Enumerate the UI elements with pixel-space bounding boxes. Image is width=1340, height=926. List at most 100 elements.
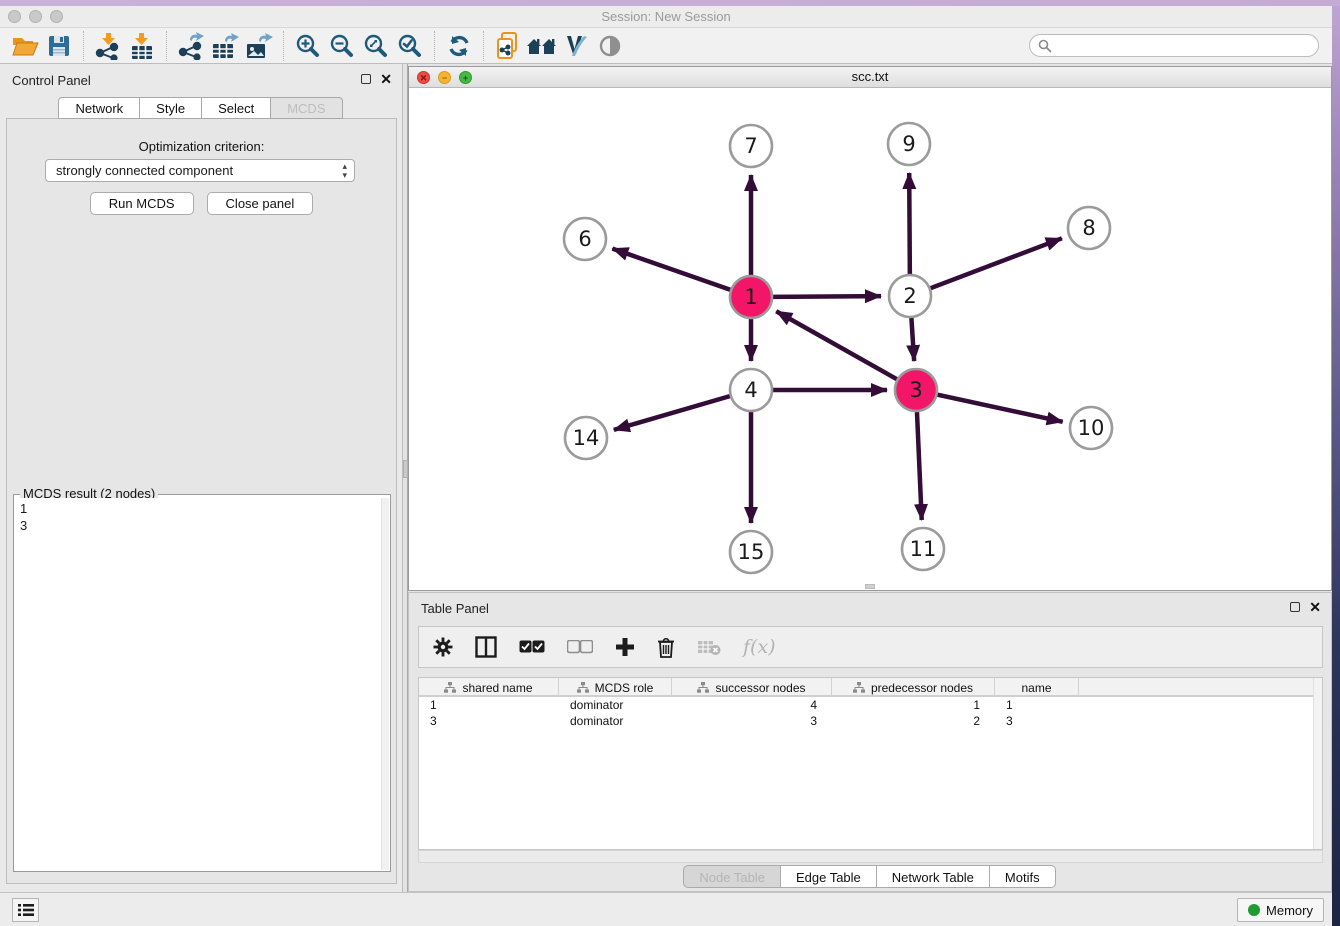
show-graphics-details-button[interactable] <box>593 31 627 61</box>
control-panel-header: Control Panel ✕ <box>0 70 402 92</box>
table-cell[interactable]: 3 <box>419 713 559 729</box>
tab-motifs[interactable]: Motifs <box>989 865 1056 888</box>
edge-2-3[interactable] <box>911 318 914 361</box>
table-row[interactable]: 3dominator323 <box>419 713 1322 729</box>
import-network-button[interactable] <box>91 31 125 61</box>
select-all-columns-button[interactable] <box>519 640 545 654</box>
memory-button[interactable]: Memory <box>1237 898 1324 922</box>
open-folder-icon <box>11 34 39 58</box>
delete-column-button[interactable] <box>657 637 675 658</box>
zoom-out-icon <box>329 33 355 59</box>
column-header-shared-name[interactable]: shared name <box>419 678 559 697</box>
node-4[interactable]: 4 <box>730 369 772 411</box>
zoom-out-button[interactable] <box>325 31 359 61</box>
table-cell[interactable]: 4 <box>672 697 832 713</box>
close-panel-button[interactable]: Close panel <box>207 192 314 215</box>
home-button[interactable] <box>525 31 559 61</box>
close-panel-icon[interactable]: ✕ <box>380 73 392 85</box>
node-8[interactable]: 8 <box>1068 207 1110 249</box>
close-table-panel-icon[interactable]: ✕ <box>1309 601 1321 613</box>
zoom-fit-button[interactable] <box>359 31 393 61</box>
edge-4-14[interactable] <box>614 396 730 430</box>
tab-node-table[interactable]: Node Table <box>683 865 781 888</box>
trash-icon <box>657 637 675 658</box>
new-network-from-selection-button[interactable] <box>491 31 525 61</box>
export-table-icon <box>211 32 239 60</box>
node-9[interactable]: 9 <box>888 123 930 165</box>
node-15[interactable]: 15 <box>730 531 772 573</box>
table-cell[interactable]: 1 <box>995 697 1079 713</box>
edge-2-9[interactable] <box>909 173 910 274</box>
node-7[interactable]: 7 <box>730 125 772 167</box>
table-cell[interactable]: 2 <box>832 713 995 729</box>
edge-2-8[interactable] <box>931 238 1062 288</box>
table-cell[interactable]: 3 <box>672 713 832 729</box>
refresh-button[interactable] <box>442 31 476 61</box>
result-line: 1 <box>20 500 375 517</box>
zoom-selected-button[interactable] <box>393 31 427 61</box>
network-canvas[interactable]: 7 9 6 8 1 2 4 3 14 10 15 11 <box>409 88 1331 590</box>
tab-mcds[interactable]: MCDS <box>270 97 342 119</box>
table-hscroll-strip[interactable] <box>418 850 1323 863</box>
column-header-mcds-role[interactable]: MCDS role <box>559 678 672 697</box>
save-session-button[interactable] <box>42 31 76 61</box>
checked-boxes-icon <box>519 640 545 654</box>
table-cell[interactable]: dominator <box>559 713 672 729</box>
table-row[interactable]: 1dominator411 <box>419 697 1322 713</box>
export-image-button[interactable] <box>242 31 276 61</box>
table-scrollbar[interactable] <box>1313 678 1322 849</box>
edge-1-6[interactable] <box>612 249 730 290</box>
node-3[interactable]: 3 <box>895 369 937 411</box>
node-14[interactable]: 14 <box>565 417 607 459</box>
dropdown-stepper-icon: ▴▾ <box>342 162 347 180</box>
column-type-icon <box>444 682 456 693</box>
task-history-button[interactable] <box>12 898 39 922</box>
table-cell[interactable]: dominator <box>559 697 672 713</box>
main-toolbar <box>0 28 1332 64</box>
tab-select[interactable]: Select <box>201 97 271 119</box>
node-11[interactable]: 11 <box>902 528 944 570</box>
edge-3-1[interactable] <box>776 311 897 379</box>
toolbar-separator <box>83 31 84 61</box>
run-mcds-button[interactable]: Run MCDS <box>90 192 194 215</box>
zoom-in-button[interactable] <box>291 31 325 61</box>
node-1[interactable]: 1 <box>730 276 772 318</box>
column-header-successor-nodes[interactable]: successor nodes <box>672 678 832 697</box>
node-6[interactable]: 6 <box>564 218 606 260</box>
node-10[interactable]: 10 <box>1070 407 1112 449</box>
edge-1-2[interactable] <box>773 296 881 297</box>
control-panel-title: Control Panel <box>12 73 91 88</box>
open-session-button[interactable] <box>8 31 42 61</box>
table-cell[interactable]: 1 <box>832 697 995 713</box>
table-settings-button[interactable] <box>433 637 453 657</box>
table-cell[interactable]: 1 <box>419 697 559 713</box>
column-header-predecessor-nodes[interactable]: predecessor nodes <box>832 678 995 697</box>
tab-edge-table[interactable]: Edge Table <box>780 865 877 888</box>
network-resize-grip[interactable] <box>865 584 875 589</box>
import-table-button[interactable] <box>125 31 159 61</box>
import-table-icon <box>129 32 155 60</box>
tab-network-table[interactable]: Network Table <box>876 865 990 888</box>
float-panel-icon[interactable] <box>361 74 371 84</box>
unselect-all-columns-button[interactable] <box>567 640 593 654</box>
column-header-name[interactable]: name <box>995 678 1079 697</box>
result-scrollbar[interactable] <box>381 498 389 870</box>
float-table-panel-icon[interactable] <box>1290 602 1300 612</box>
search-input[interactable] <box>1052 36 1318 55</box>
export-table-button[interactable] <box>208 31 242 61</box>
mcds-result-list[interactable]: 13 <box>15 498 380 870</box>
node-2[interactable]: 2 <box>889 275 931 317</box>
export-network-button[interactable] <box>174 31 208 61</box>
table-cell[interactable]: 3 <box>995 713 1079 729</box>
tab-style[interactable]: Style <box>139 97 202 119</box>
optimization-dropdown[interactable]: strongly connected component ▴▾ <box>45 159 355 182</box>
create-column-button[interactable] <box>615 637 635 657</box>
dropdown-value: strongly connected component <box>56 163 233 178</box>
edge-3-11[interactable] <box>917 412 922 520</box>
gear-icon <box>433 637 453 657</box>
edge-3-10[interactable] <box>937 395 1062 422</box>
tab-network[interactable]: Network <box>58 97 140 119</box>
network-graph[interactable]: 7 9 6 8 1 2 4 3 14 10 15 11 <box>409 88 1331 590</box>
show-columns-button[interactable] <box>475 636 497 658</box>
visual-style-button[interactable] <box>559 31 593 61</box>
